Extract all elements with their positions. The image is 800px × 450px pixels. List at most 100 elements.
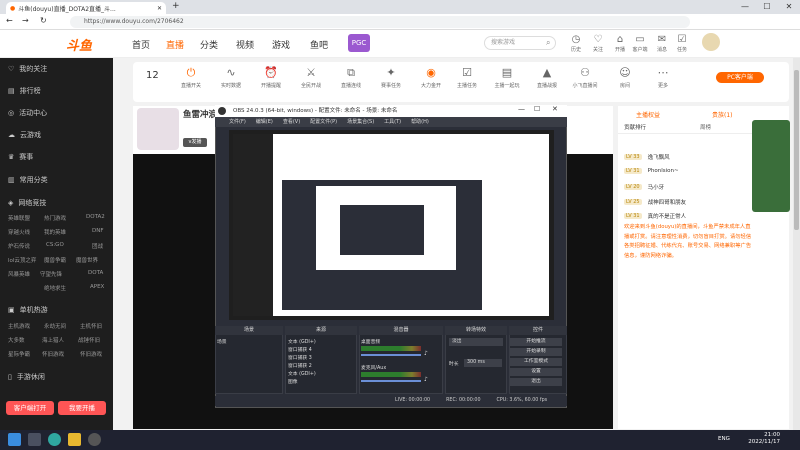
obs-menu-tools[interactable]: 工具(T) <box>384 117 401 127</box>
game-link[interactable]: 炉石传说 <box>8 242 30 250</box>
history-icon[interactable]: ◷ <box>566 34 586 45</box>
room-avatar[interactable] <box>137 108 179 150</box>
mic-audio-slider[interactable] <box>361 380 421 382</box>
rank-row[interactable]: LV 31 真的不是正常人 <box>624 212 686 220</box>
toolbar-item[interactable]: ⏰ 开播提醒 <box>256 66 286 89</box>
nav-live[interactable]: 直播 <box>166 38 184 51</box>
source-item[interactable]: 窗口捕获 3 <box>288 354 312 361</box>
speaker-icon[interactable]: ♪ <box>424 350 428 357</box>
rank-row[interactable]: LV 31 Phonlsion~ <box>624 168 679 174</box>
game-link[interactable]: 大多数 <box>8 336 25 344</box>
game-link[interactable]: 热门游戏 <box>44 214 66 222</box>
start-record-button[interactable]: 开始录制 <box>510 348 562 356</box>
scrollbar-thumb[interactable] <box>794 70 799 230</box>
room-tag-button[interactable]: v发播 <box>183 138 207 147</box>
settings-button[interactable]: 设置 <box>510 368 562 376</box>
taskview-icon[interactable] <box>28 433 41 446</box>
obs-menu-profile[interactable]: 配置文件(P) <box>310 117 337 127</box>
message-icon[interactable]: ✉ <box>652 34 672 45</box>
game-link[interactable]: 海上猎人 <box>42 336 64 344</box>
close-tab-icon[interactable]: ✕ <box>157 5 162 12</box>
promo-badge[interactable] <box>752 120 790 212</box>
pc-client-button[interactable]: PC客户端 <box>716 72 764 83</box>
obs-minimize-icon[interactable]: — <box>518 105 525 113</box>
toolbar-item[interactable]: ☑ 主播任务 <box>452 66 482 89</box>
game-link[interactable]: DOTA2 <box>86 214 105 220</box>
client-open-button[interactable]: 客户端打开 <box>6 401 54 415</box>
source-item[interactable]: 图像 <box>288 378 298 385</box>
noble-tab[interactable]: 贵族(1) <box>712 110 733 119</box>
follow-icon[interactable]: ♡ <box>588 34 608 45</box>
toolbar-item[interactable]: ⏻ 直播开关 <box>176 66 206 89</box>
nav-yuba[interactable]: 鱼吧 <box>310 38 328 51</box>
toolbar-item[interactable]: ✦ 赛事任务 <box>376 66 406 89</box>
minimize-icon[interactable]: — <box>735 0 755 14</box>
game-link[interactable]: 永劫无间 <box>44 322 66 330</box>
douyu-logo[interactable]: 斗鱼 <box>66 35 92 54</box>
mic-icon[interactable]: ♪ <box>424 376 428 383</box>
game-link[interactable]: 怀旧游戏 <box>42 350 64 358</box>
game-link[interactable]: APEX <box>90 284 104 290</box>
search-icon[interactable]: ⌕ <box>546 38 550 48</box>
nav-games[interactable]: 游戏 <box>272 38 290 51</box>
game-link[interactable]: 战锤怀旧 <box>78 336 100 344</box>
toolbar-item[interactable]: ⋯ 更多 <box>648 66 678 89</box>
game-link[interactable]: 我的英雄 <box>44 228 66 236</box>
task-icon[interactable]: ☑ <box>672 34 692 45</box>
sidebar-item-event[interactable]: ♛ 赛事 <box>8 152 33 162</box>
tab-contribution[interactable]: 贡献排行 <box>624 123 646 131</box>
game-link[interactable]: 星际争霸 <box>8 350 30 358</box>
desktop-audio-slider[interactable] <box>361 354 421 356</box>
pgc-logo-icon[interactable]: PGC <box>348 34 370 52</box>
forward-icon[interactable]: → <box>22 16 29 25</box>
sidebar-item-rank[interactable]: ▤ 排行榜 <box>8 86 41 96</box>
tab-weekly[interactable]: 周榜 <box>700 123 711 131</box>
language-indicator[interactable]: ENG <box>718 436 730 442</box>
transition-select[interactable]: 淡出 <box>449 338 503 346</box>
anchor-rights-tab[interactable]: 主播权益 <box>636 110 660 119</box>
game-link[interactable]: 团战 <box>92 242 103 250</box>
start-stream-button[interactable]: 开始推流 <box>510 338 562 346</box>
browser-tab[interactable]: ● 斗鱼(douyu)直播_DOTA2直播_斗... ✕ <box>6 2 166 14</box>
game-link[interactable]: DNF <box>92 228 104 234</box>
game-link[interactable]: 魔兽争霸 <box>44 256 66 264</box>
user-avatar[interactable] <box>702 33 720 51</box>
edge-icon[interactable] <box>48 433 61 446</box>
reload-icon[interactable]: ↻ <box>40 16 47 25</box>
game-link[interactable]: 守望先锋 <box>40 270 62 278</box>
game-link[interactable]: 主机游戏 <box>8 322 30 330</box>
taskbar-clock[interactable]: 21:00 2022/11/17 <box>740 432 780 446</box>
nav-category[interactable]: 分类 <box>200 38 218 51</box>
toolbar-item[interactable]: ▤ 主播一起玩 <box>492 66 522 89</box>
toolbar-item[interactable]: ⧉ 直播连线 <box>336 66 366 89</box>
nav-video[interactable]: 视频 <box>236 38 254 51</box>
source-item[interactable]: 文本 (GDI+) <box>288 370 316 377</box>
sidebar-item-cloudgame[interactable]: ☁ 云游戏 <box>8 130 41 140</box>
explorer-icon[interactable] <box>68 433 81 446</box>
game-link[interactable]: 风暴英雄 <box>8 270 30 278</box>
broadcast-icon[interactable]: ⌂ <box>610 34 630 45</box>
exit-button[interactable]: 退出 <box>510 378 562 386</box>
game-link[interactable]: 主机怀旧 <box>80 322 102 330</box>
rank-row[interactable]: LV 25 战神四哥和朋友 <box>624 198 686 206</box>
obs-menu-help[interactable]: 帮助(H) <box>411 117 429 127</box>
obs-taskbar-icon[interactable] <box>88 433 101 446</box>
sidebar-item-follow[interactable]: ♡ 我的关注 <box>8 64 47 74</box>
maximize-icon[interactable]: ☐ <box>757 0 777 14</box>
game-link[interactable]: DOTA <box>88 270 103 276</box>
source-item[interactable]: 窗口捕获 4 <box>288 346 312 353</box>
rank-row[interactable]: LV 33 逸飞飘风 <box>624 153 670 161</box>
obs-menu-scenes[interactable]: 场景集合(S) <box>347 117 374 127</box>
game-link[interactable]: lol云顶之弈 <box>8 256 36 264</box>
rank-row[interactable]: LV 20 马小牙 <box>624 183 664 191</box>
studio-mode-button[interactable]: 工作室模式 <box>510 358 562 366</box>
obs-menu-edit[interactable]: 编辑(E) <box>256 117 273 127</box>
sidebar-item-activity[interactable]: ◎ 活动中心 <box>8 108 47 118</box>
obs-maximize-icon[interactable]: ☐ <box>534 105 540 113</box>
source-item[interactable]: 文本 (GDI+) <box>288 338 316 345</box>
nav-home[interactable]: 首页 <box>132 38 150 51</box>
toolbar-item[interactable]: ∿ 实时数据 <box>216 66 246 89</box>
game-link[interactable]: 怀旧游戏 <box>80 350 102 358</box>
toolbar-item[interactable]: ⚇ 小飞直播间 <box>570 66 600 89</box>
close-window-icon[interactable]: ✕ <box>779 0 799 14</box>
